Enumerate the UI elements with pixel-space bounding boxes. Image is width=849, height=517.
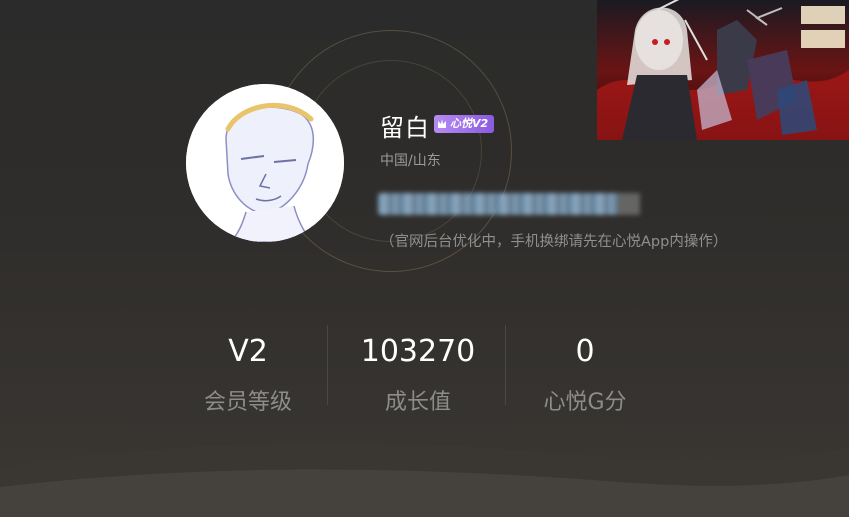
stat-label: 成长值 [384, 390, 451, 415]
game-logo-bottom [801, 30, 845, 48]
avatar[interactable] [186, 84, 344, 242]
stat-member-level: V2 会员等级 [178, 330, 318, 418]
vip-level-badge: 心悦V2 [434, 115, 495, 133]
background-wave [0, 443, 849, 517]
stat-label: 会员等级 [203, 390, 292, 415]
stat-value: V2 [228, 334, 268, 369]
stat-growth-value: 103270 成长值 [340, 330, 496, 418]
vip-badge-label: 心悦V2 [450, 117, 489, 130]
game-promo-image[interactable] [597, 0, 849, 140]
stat-g-points: 0 心悦G分 [515, 330, 655, 418]
phone-number-redacted [378, 193, 640, 215]
crown-icon [438, 119, 446, 128]
stat-value: 103270 [360, 334, 476, 369]
game-art-illustration [597, 0, 849, 140]
stat-divider [327, 325, 328, 405]
rebind-notice: （官网后台优化中，手机换绑请先在心悦App内操作） [380, 234, 728, 250]
username: 留白 [380, 114, 430, 142]
stat-label: 心悦G分 [543, 390, 627, 415]
user-location: 中国/山东 [380, 153, 441, 169]
stat-divider [505, 325, 506, 405]
avatar-image [186, 84, 344, 242]
stat-value: 0 [575, 334, 595, 369]
game-logo-top [801, 6, 845, 24]
